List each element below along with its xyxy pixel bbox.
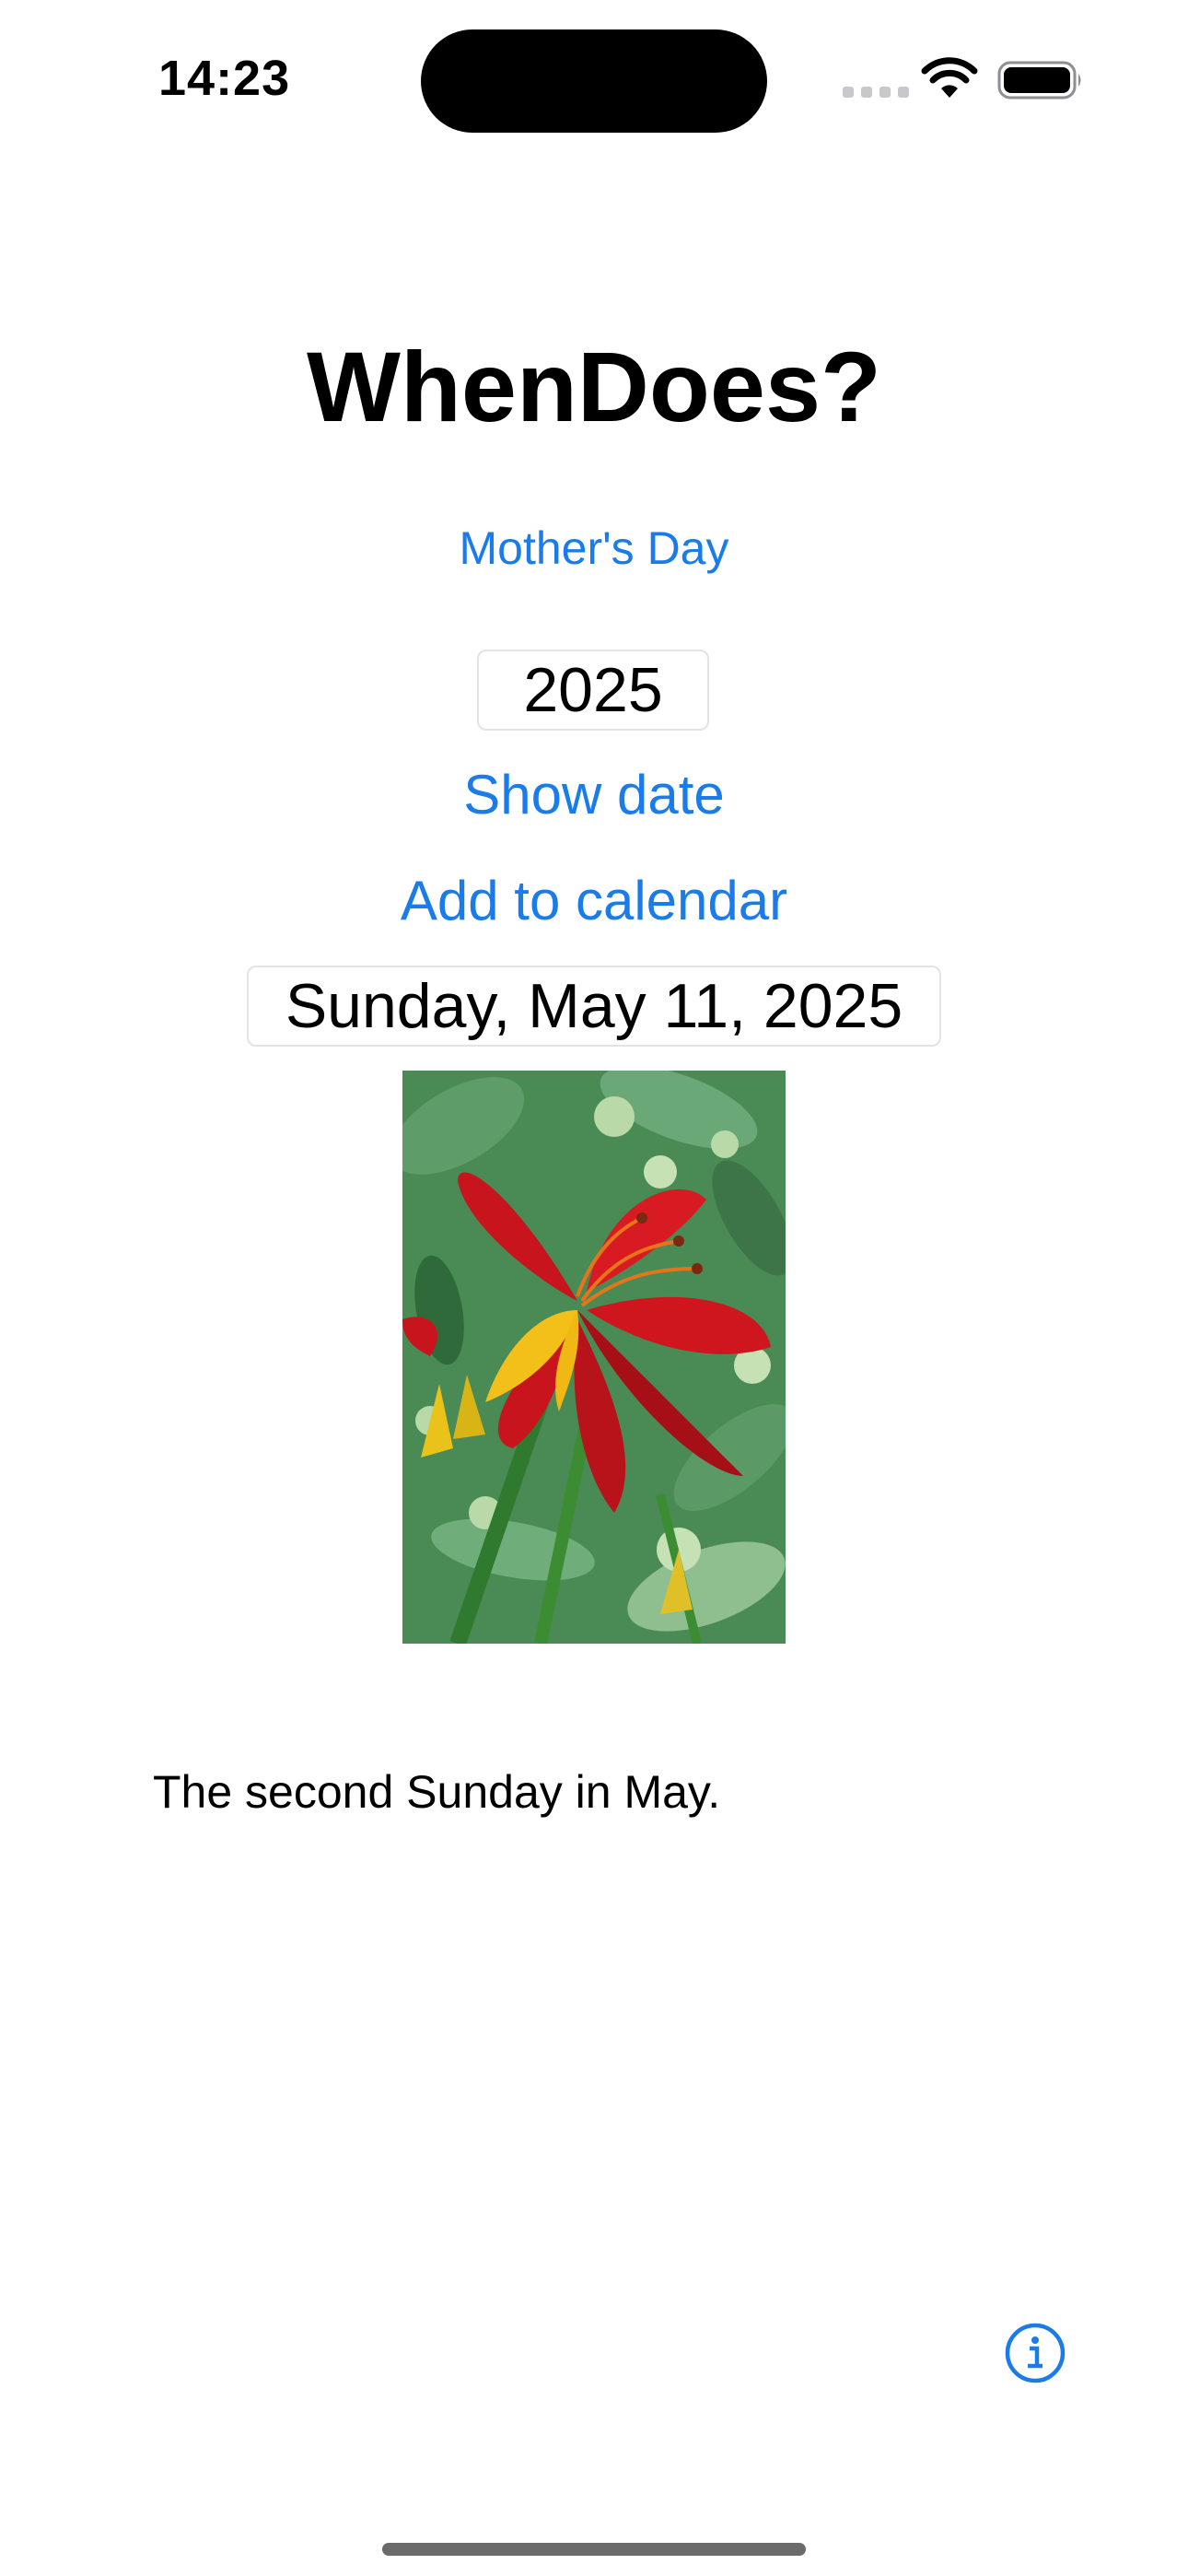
result-date-field: Sunday, May 11, 2025 <box>247 966 941 1047</box>
status-time: 14:23 <box>158 51 291 106</box>
show-date-button[interactable]: Show date <box>0 760 1188 830</box>
dynamic-island <box>421 29 767 133</box>
cellular-signal-icon <box>843 87 909 98</box>
info-icon[interactable] <box>1004 2322 1066 2384</box>
holiday-selector-link[interactable]: Mother's Day <box>0 516 1188 580</box>
app-title: WhenDoes? <box>306 331 881 442</box>
flower-photo <box>402 1071 786 1644</box>
holiday-description: The second Sunday in May. <box>153 1766 721 1818</box>
home-indicator[interactable] <box>382 2543 806 2556</box>
battery-icon <box>997 61 1081 100</box>
wifi-icon <box>921 57 978 98</box>
year-input[interactable]: 2025 <box>477 650 709 731</box>
add-to-calendar-button[interactable]: Add to calendar <box>0 866 1188 936</box>
